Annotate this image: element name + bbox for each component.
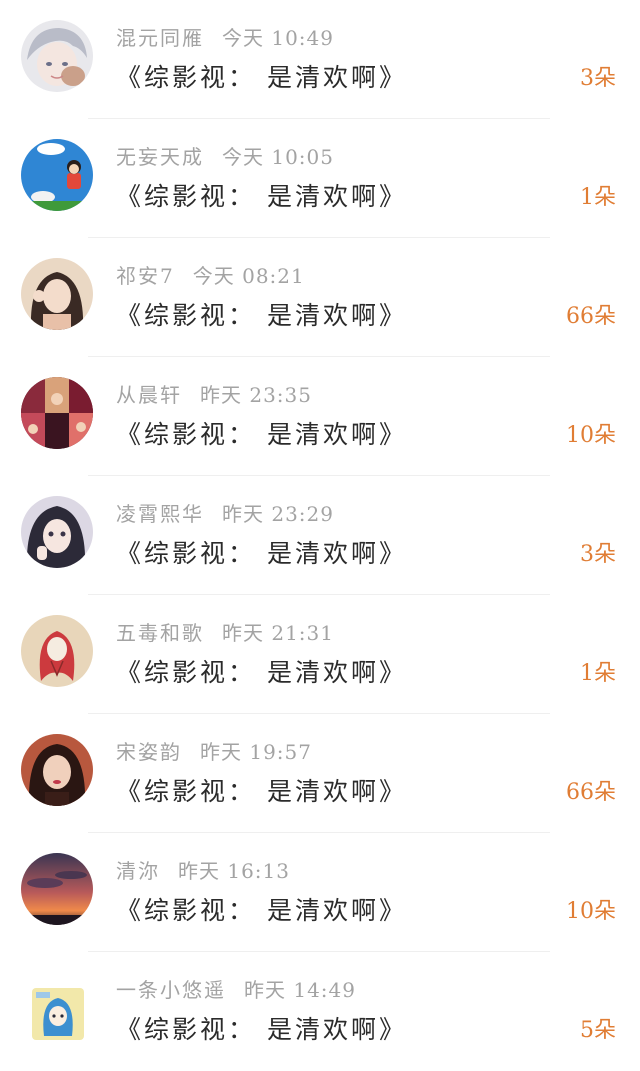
list-item[interactable]: 凌霄熙华 昨天 23:29 《综影视： 是清欢啊》 3朵 [0,476,640,595]
sender-name[interactable]: 宋姿韵 [116,740,182,764]
sender-name[interactable]: 清沵 [116,859,160,883]
send-time: 昨天 21:31 [222,621,334,645]
avatar[interactable] [21,377,93,449]
avatar-red-hair-drawing-icon [21,615,93,687]
avatar-chibi-blue-icon [32,988,84,1040]
sender-name[interactable]: 一条小悠遥 [116,978,226,1002]
list-item[interactable]: 清沵 昨天 16:13 《综影视： 是清欢啊》 10朵 [0,833,640,952]
avatar-collage-icon [21,377,93,449]
book-title: 《综影视： 是清欢啊》 [116,896,407,925]
list-item[interactable]: 无妄天成 今天 10:05 《综影视： 是清欢啊》 1朵 [0,119,640,238]
book-title: 《综影视： 是清欢啊》 [116,420,407,449]
send-time: 昨天 23:29 [222,502,334,526]
send-time: 昨天 23:35 [200,383,312,407]
avatar-girl-selfie-icon [21,496,93,568]
list-item[interactable]: 宋姿韵 昨天 19:57 《综影视： 是清欢啊》 66朵 [0,714,640,833]
avatar[interactable] [21,734,93,806]
list-item[interactable]: 混元同雁 今天 10:49 《综影视： 是清欢啊》 3朵 [0,0,640,119]
flower-count: 66朵 [566,304,616,329]
sender-name[interactable]: 五毒和歌 [116,621,204,645]
avatar-woman-portrait-icon [21,734,93,806]
list-item[interactable]: 从晨轩 昨天 23:35 《综影视： 是清欢啊》 10朵 [0,357,640,476]
gift-list: 混元同雁 今天 10:49 《综影视： 是清欢啊》 3朵 无妄天成 今天 10:05… [0,0,640,1069]
book-title: 《综影视： 是清欢啊》 [116,1015,407,1044]
book-title: 《综影视： 是清欢啊》 [116,63,407,92]
send-time: 昨天 16:13 [178,859,290,883]
send-time: 今天 10:49 [222,26,334,50]
book-title: 《综影视： 是清欢啊》 [116,182,407,211]
list-item[interactable]: 五毒和歌 昨天 21:31 《综影视： 是清欢啊》 1朵 [0,595,640,714]
flower-count: 10朵 [566,423,616,448]
avatar[interactable] [21,853,93,925]
sender-name[interactable]: 混元同雁 [116,26,204,50]
send-time: 昨天 14:49 [244,978,356,1002]
sender-meta: 无妄天成 今天 10:05 [116,141,334,170]
avatar-sunset-sky-icon [21,853,93,925]
avatar-girl-photo-icon [21,258,93,330]
send-time: 今天 08:21 [192,264,305,288]
sender-meta: 宋姿韵 昨天 19:57 [116,736,312,765]
book-title: 《综影视： 是清欢啊》 [116,658,407,687]
flower-count: 10朵 [566,899,616,924]
send-time: 昨天 19:57 [200,740,312,764]
flower-count: 1朵 [580,661,616,686]
send-time: 今天 10:05 [222,145,334,169]
sender-name[interactable]: 无妄天成 [116,145,204,169]
sender-meta: 一条小悠遥 昨天 14:49 [116,974,356,1003]
avatar[interactable] [32,988,84,1040]
list-item[interactable]: 一条小悠遥 昨天 14:49 《综影视： 是清欢啊》 5朵 [0,952,640,1071]
sender-name[interactable]: 凌霄熙华 [116,502,204,526]
avatar-anime-boy-icon [21,20,93,92]
avatar[interactable] [21,496,93,568]
sender-meta: 祁安7 今天 08:21 [116,260,305,289]
flower-count: 1朵 [580,185,616,210]
sender-meta: 混元同雁 今天 10:49 [116,22,334,51]
flower-count: 3朵 [580,66,616,91]
flower-count: 5朵 [580,1018,616,1043]
sender-meta: 五毒和歌 昨天 21:31 [116,617,334,646]
avatar[interactable] [21,258,93,330]
avatar[interactable] [21,20,93,92]
sender-meta: 清沵 昨天 16:13 [116,855,290,884]
avatar[interactable] [21,139,93,211]
sender-meta: 凌霄熙华 昨天 23:29 [116,498,334,527]
sender-name[interactable]: 从晨轩 [116,383,182,407]
avatar[interactable] [21,615,93,687]
book-title: 《综影视： 是清欢啊》 [116,777,407,806]
list-item[interactable]: 祁安7 今天 08:21 《综影视： 是清欢啊》 66朵 [0,238,640,357]
avatar-cartoon-sky-icon [21,139,93,211]
sender-meta: 从晨轩 昨天 23:35 [116,379,312,408]
book-title: 《综影视： 是清欢啊》 [116,301,407,330]
sender-name[interactable]: 祁安7 [116,264,175,288]
flower-count: 66朵 [566,780,616,805]
book-title: 《综影视： 是清欢啊》 [116,539,407,568]
flower-count: 3朵 [580,542,616,567]
